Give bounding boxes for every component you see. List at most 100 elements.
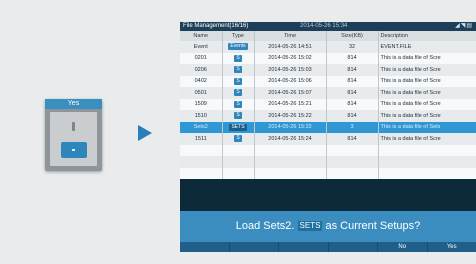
dialog-prefix: Load Sets2. bbox=[235, 220, 295, 232]
file-type-badge: S bbox=[234, 89, 242, 97]
cell-time: 2014-05-26 15:22 bbox=[254, 121, 327, 133]
confirm-dialog: Load Sets2. SETS as Current Setups? bbox=[180, 211, 476, 242]
screen-title: File Management(16/16) bbox=[183, 23, 249, 29]
softkey-2[interactable] bbox=[230, 242, 279, 252]
dialog-suffix: as Current Setups? bbox=[325, 220, 421, 232]
cell-size: 814 bbox=[326, 110, 379, 122]
cell-description: This is a data file of Scre bbox=[378, 98, 476, 110]
cell-name: 0201 bbox=[180, 52, 223, 64]
softkey-4[interactable] bbox=[329, 242, 378, 252]
cell-name: 0501 bbox=[180, 87, 223, 99]
cell-description: This is a data file of Scre bbox=[378, 64, 476, 76]
cell-name: 1509 bbox=[180, 98, 223, 110]
arrow-right-icon bbox=[138, 125, 152, 141]
keypad-confirm-key[interactable] bbox=[61, 142, 87, 158]
cell-time: 2014-05-26 15:03 bbox=[254, 64, 327, 76]
cell-description bbox=[378, 156, 476, 168]
yes-button[interactable]: Yes bbox=[428, 242, 476, 252]
table-row[interactable]: 1510 S 2014-05-26 15:22 814 This is a data f… bbox=[180, 110, 476, 122]
keypad-title: Yes bbox=[45, 99, 102, 109]
cell-time: 2014-05-26 15:07 bbox=[254, 87, 327, 99]
file-table: Name Type Time Size(KB) Description Even… bbox=[180, 31, 476, 179]
cell-size: 814 bbox=[326, 52, 379, 64]
softkey-1[interactable] bbox=[180, 242, 230, 252]
cell-description: This is a data file of Scre bbox=[378, 133, 476, 145]
cell-description: This is a data file of Scre bbox=[378, 87, 476, 99]
cell-name: 1511 bbox=[180, 133, 223, 145]
cell-size: 814 bbox=[326, 87, 379, 99]
file-type-badge: SETS bbox=[229, 123, 247, 131]
cell-time: 2014-05-26 15:22 bbox=[254, 110, 327, 122]
table-row[interactable]: 0206 S 2014-05-26 15:03 814 This is a data f… bbox=[180, 64, 476, 76]
file-type-badge: Events bbox=[228, 43, 248, 51]
table-row[interactable]: 0402 S 2014-05-26 15:06 814 This is a data f… bbox=[180, 75, 476, 87]
cell-size: 814 bbox=[326, 64, 379, 76]
cell-type: S bbox=[222, 52, 255, 64]
softkey-bar: No Yes bbox=[180, 242, 476, 252]
cell-name: 1510 bbox=[180, 110, 223, 122]
col-header-time[interactable]: Time bbox=[254, 31, 327, 41]
cell-name: 0402 bbox=[180, 75, 223, 87]
col-header-size[interactable]: Size(KB) bbox=[326, 31, 379, 41]
table-row[interactable]: 1509 S 2014-05-26 15:21 814 This is a data f… bbox=[180, 98, 476, 110]
cell-description: EVENT.FILE bbox=[378, 41, 476, 53]
table-row[interactable]: 0501 S 2014-05-26 15:07 814 This is a data f… bbox=[180, 87, 476, 99]
cell-type: Events bbox=[222, 41, 255, 53]
cell-type: S bbox=[222, 110, 255, 122]
cell-size: 814 bbox=[326, 75, 379, 87]
col-header-name[interactable]: Name bbox=[180, 31, 223, 41]
table-row[interactable] bbox=[180, 156, 476, 168]
screen-datetime: 2014-05-26 15:34 bbox=[300, 23, 348, 29]
cell-time: 2014-05-26 15:06 bbox=[254, 75, 327, 87]
file-type-badge: S bbox=[234, 77, 242, 85]
table-row[interactable] bbox=[180, 144, 476, 156]
cell-type: S bbox=[222, 87, 255, 99]
file-type-badge: S bbox=[234, 135, 242, 143]
table-row[interactable]: Event Events 2014-05-26 14:51 32 EVENT.FILE bbox=[180, 41, 476, 53]
cell-description: This is a data file of Scre bbox=[378, 75, 476, 87]
cell-type bbox=[222, 144, 255, 156]
col-header-description[interactable]: Description bbox=[378, 31, 476, 41]
cell-size bbox=[326, 167, 379, 179]
cell-description bbox=[378, 144, 476, 156]
table-row[interactable] bbox=[180, 167, 476, 179]
dialog-type-badge: SETS bbox=[297, 221, 323, 232]
cell-description: This is a data file of Scre bbox=[378, 52, 476, 64]
cell-time bbox=[254, 167, 327, 179]
cell-time: 2014-05-26 15:24 bbox=[254, 133, 327, 145]
col-header-type[interactable]: Type bbox=[222, 31, 255, 41]
cell-time bbox=[254, 156, 327, 168]
cell-size: 32 bbox=[326, 41, 379, 53]
cell-description: This is a data file of Scre bbox=[378, 110, 476, 122]
cell-type: S bbox=[222, 133, 255, 145]
cell-type bbox=[222, 167, 255, 179]
cell-name: Sets2 bbox=[180, 121, 223, 133]
file-type-badge: S bbox=[234, 54, 242, 62]
cell-description: This is a data file of Sets bbox=[378, 121, 476, 133]
keypad-panel bbox=[50, 112, 97, 166]
cell-size bbox=[326, 144, 379, 156]
cell-time: 2014-05-26 15:21 bbox=[254, 98, 327, 110]
cell-type: SETS bbox=[222, 121, 255, 133]
remote-keypad: Yes bbox=[45, 99, 102, 171]
cell-size: 3 bbox=[326, 121, 379, 133]
table-header-row: Name Type Time Size(KB) Description bbox=[180, 31, 476, 41]
table-row[interactable]: 1511 S 2014-05-26 15:24 814 This is a data f… bbox=[180, 133, 476, 145]
no-button[interactable]: No bbox=[378, 242, 428, 252]
cell-time: 2014-05-26 15:02 bbox=[254, 52, 327, 64]
cell-type: S bbox=[222, 75, 255, 87]
screen-topbar: File Management(16/16) 2014-05-26 15:34 … bbox=[180, 22, 476, 31]
cell-type bbox=[222, 156, 255, 168]
file-type-badge: S bbox=[234, 112, 242, 120]
table-row[interactable]: Sets2 SETS 2014-05-26 15:22 3 This is a data… bbox=[180, 121, 476, 133]
file-type-badge: S bbox=[234, 100, 242, 108]
cell-name: 0206 bbox=[180, 64, 223, 76]
cell-name bbox=[180, 156, 223, 168]
cell-description bbox=[378, 167, 476, 179]
table-row[interactable]: 0201 S 2014-05-26 15:02 814 This is a data f… bbox=[180, 52, 476, 64]
softkey-3[interactable] bbox=[279, 242, 329, 252]
cell-name bbox=[180, 144, 223, 156]
cell-type: S bbox=[222, 64, 255, 76]
cell-size: 814 bbox=[326, 98, 379, 110]
cell-size: 814 bbox=[326, 133, 379, 145]
